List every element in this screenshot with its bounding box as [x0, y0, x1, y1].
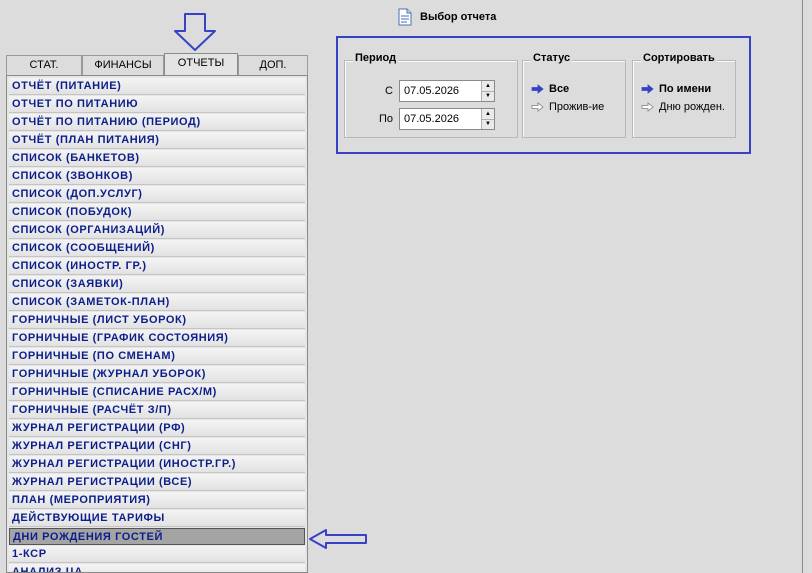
- report-item[interactable]: СПИСОК (СООБЩЕНИЙ): [9, 240, 305, 257]
- report-item[interactable]: ГОРНИЧНЫЕ (ЛИСТ УБОРОК): [9, 312, 305, 329]
- report-item[interactable]: ГОРНИЧНЫЕ (ГРАФИК СОСТОЯНИЯ): [9, 330, 305, 347]
- right-arrow-icon: [641, 102, 654, 112]
- right-arrow-icon: [531, 102, 544, 112]
- report-document-icon: [398, 8, 412, 26]
- status-option-all[interactable]: Все: [531, 83, 569, 95]
- report-tabs: СТАТ. ФИНАНСЫ ОТЧЕТЫ ДОП.: [6, 53, 308, 75]
- report-item[interactable]: ЖУРНАЛ РЕГИСТРАЦИИ (ВСЕ): [9, 474, 305, 491]
- date-to-field[interactable]: 07.05.2026 ▲ ▼: [399, 108, 495, 130]
- report-item[interactable]: ГОРНИЧНЫЕ (ЖУРНАЛ УБОРОК): [9, 366, 305, 383]
- annotation-left-arrow-icon: [309, 529, 367, 549]
- report-item-selected[interactable]: ДНИ РОЖДЕНИЯ ГОСТЕЙ: [9, 528, 305, 545]
- period-legend: Период: [353, 52, 399, 64]
- date-from-spinner: ▲ ▼: [481, 81, 494, 101]
- status-legend: Статус: [531, 52, 573, 64]
- report-header: Выбор отчета: [398, 6, 496, 28]
- sort-option-by-name[interactable]: По имени: [641, 83, 711, 95]
- report-item[interactable]: ПЛАН (МЕРОПРИЯТИЯ): [9, 492, 305, 509]
- window-right-edge: [802, 0, 803, 573]
- spin-down-icon[interactable]: ▼: [482, 118, 494, 129]
- report-list-panel: ОТЧЁТ (ПИТАНИЕ) ОТЧЕТ ПО ПИТАНИЮ ОТЧЁТ ПО …: [6, 75, 308, 573]
- status-option-living[interactable]: Прожив-ие: [531, 101, 604, 113]
- date-from-value[interactable]: 07.05.2026: [400, 85, 481, 97]
- sort-option-label: По имени: [659, 83, 712, 95]
- date-from-label: С: [385, 85, 393, 97]
- status-group: Статус Все Прожив-ие: [522, 52, 626, 138]
- report-item[interactable]: ДЕЙСТВУЮЩИЕ ТАРИФЫ: [9, 510, 305, 527]
- date-to-label: По: [378, 113, 393, 125]
- report-item[interactable]: ЖУРНАЛ РЕГИСТРАЦИИ (РФ): [9, 420, 305, 437]
- right-arrow-icon: [531, 84, 544, 94]
- report-item[interactable]: ГОРНИЧНЫЕ (ПО СМЕНАМ): [9, 348, 305, 365]
- status-option-label: Все: [549, 83, 570, 95]
- date-to-value[interactable]: 07.05.2026: [400, 113, 481, 125]
- date-from-row: С 07.05.2026 ▲ ▼: [345, 80, 495, 102]
- report-item[interactable]: СПИСОК (ЗВОНКОВ): [9, 168, 305, 185]
- status-option-label: Прожив-ие: [549, 101, 605, 113]
- period-group: Период С 07.05.2026 ▲ ▼ По 07.05.2026 ▲ …: [344, 52, 518, 138]
- sort-option-by-birthday[interactable]: Дню рожден.: [641, 101, 725, 113]
- report-item[interactable]: АНАЛИЗ ЦА: [9, 564, 305, 572]
- spin-up-icon[interactable]: ▲: [482, 109, 494, 119]
- report-item[interactable]: ОТЧЁТ (ПИТАНИЕ): [9, 78, 305, 95]
- spin-up-icon[interactable]: ▲: [482, 81, 494, 91]
- date-from-field[interactable]: 07.05.2026 ▲ ▼: [399, 80, 495, 102]
- report-item[interactable]: СПИСОК (ЗАЯВКИ): [9, 276, 305, 293]
- report-item[interactable]: СПИСОК (БАНКЕТОВ): [9, 150, 305, 167]
- report-list: ОТЧЁТ (ПИТАНИЕ) ОТЧЕТ ПО ПИТАНИЮ ОТЧЁТ ПО …: [7, 76, 307, 572]
- tab-finance[interactable]: ФИНАНСЫ: [82, 55, 164, 75]
- report-item[interactable]: СПИСОК (ОРГАНИЗАЦИЙ): [9, 222, 305, 239]
- report-item[interactable]: ЖУРНАЛ РЕГИСТРАЦИИ (СНГ): [9, 438, 305, 455]
- tab-stat[interactable]: СТАТ.: [6, 55, 82, 75]
- report-item[interactable]: 1-КСР: [9, 546, 305, 563]
- report-title: Выбор отчета: [420, 11, 497, 23]
- date-to-spinner: ▲ ▼: [481, 109, 494, 129]
- right-arrow-icon: [641, 84, 654, 94]
- tab-reports[interactable]: ОТЧЕТЫ: [164, 53, 238, 75]
- sort-group: Сортировать По имени Дню рожден.: [632, 52, 736, 138]
- report-item[interactable]: ГОРНИЧНЫЕ (РАСЧЁТ З/П): [9, 402, 305, 419]
- report-item[interactable]: ОТЧЁТ ПО ПИТАНИЮ (ПЕРИОД): [9, 114, 305, 131]
- sort-option-label: Дню рожден.: [659, 101, 725, 113]
- spin-down-icon[interactable]: ▼: [482, 90, 494, 101]
- report-filter-box: Период С 07.05.2026 ▲ ▼ По 07.05.2026 ▲ …: [336, 36, 751, 154]
- report-item[interactable]: ЖУРНАЛ РЕГИСТРАЦИИ (ИНОСТР.ГР.): [9, 456, 305, 473]
- report-item[interactable]: СПИСОК (ПОБУДОК): [9, 204, 305, 221]
- date-to-row: По 07.05.2026 ▲ ▼: [345, 108, 495, 130]
- report-item[interactable]: ГОРНИЧНЫЕ (СПИСАНИЕ РАСХ/М): [9, 384, 305, 401]
- report-item[interactable]: СПИСОК (ДОП.УСЛУГ): [9, 186, 305, 203]
- tab-additional[interactable]: ДОП.: [238, 55, 308, 75]
- report-item[interactable]: СПИСОК (ЗАМЕТОК-ПЛАН): [9, 294, 305, 311]
- sort-legend: Сортировать: [641, 52, 717, 64]
- report-item[interactable]: ОТЧЁТ (ПЛАН ПИТАНИЯ): [9, 132, 305, 149]
- annotation-down-arrow-icon: [174, 13, 216, 51]
- report-item[interactable]: ОТЧЕТ ПО ПИТАНИЮ: [9, 96, 305, 113]
- report-item[interactable]: СПИСОК (ИНОСТР. ГР.): [9, 258, 305, 275]
